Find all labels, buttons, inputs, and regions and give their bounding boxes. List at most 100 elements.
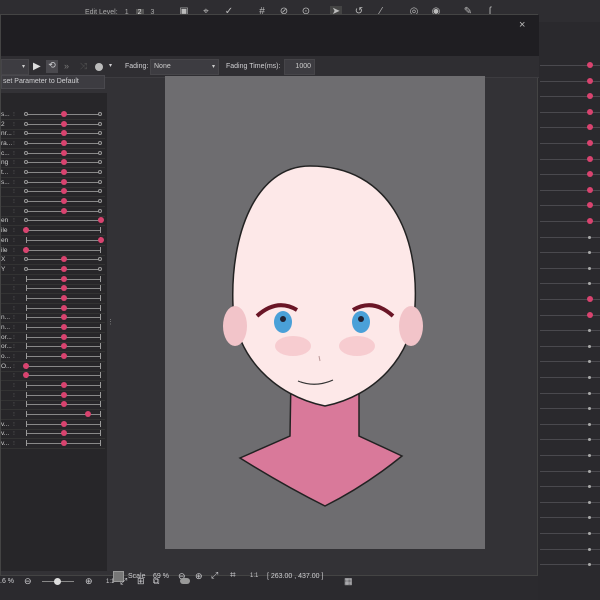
parameter-menu-icon[interactable]: ⁝ <box>13 247 15 254</box>
slider-max-key[interactable] <box>98 266 102 271</box>
transform-icon[interactable]: ⧉ <box>153 576 159 587</box>
keyframe-marker[interactable] <box>588 469 591 473</box>
parameter-slider-handle[interactable] <box>60 333 67 340</box>
parameter-slider-handle[interactable] <box>60 420 67 427</box>
parameter-slider-handle[interactable] <box>60 382 67 389</box>
parameter-slider-handle[interactable] <box>60 343 67 350</box>
parameter-menu-icon[interactable]: ⁝ <box>13 188 15 195</box>
fading-select[interactable]: None ▾ <box>150 59 219 75</box>
parameter-slider-handle[interactable] <box>60 294 67 301</box>
parameter-slider-handle[interactable] <box>60 391 67 398</box>
parameter-menu-icon[interactable]: ⁝ <box>13 140 15 147</box>
parameter-slider[interactable] <box>26 375 101 377</box>
keyframe-marker[interactable] <box>588 532 591 535</box>
slider-min-key[interactable] <box>24 189 28 194</box>
slider-max-key[interactable] <box>98 112 102 116</box>
slider-max-key[interactable] <box>98 189 102 194</box>
slider-max-key[interactable] <box>98 257 102 262</box>
parameter-menu-icon[interactable]: ⁝ <box>13 111 15 118</box>
parameter-menu-icon[interactable]: ⁝ <box>13 179 15 186</box>
keyframe-marker[interactable] <box>588 376 591 379</box>
keyframe-marker[interactable] <box>587 186 593 193</box>
toggle-icon[interactable] <box>180 578 190 584</box>
parameter-menu-icon[interactable]: ⁝ <box>13 324 15 331</box>
parameter-slider-handle[interactable] <box>60 169 67 176</box>
parameter-slider-handle[interactable] <box>60 120 67 127</box>
keyframe-marker[interactable] <box>588 391 591 395</box>
fit-icon[interactable]: ⤢ <box>120 576 127 587</box>
slider-min-key[interactable] <box>24 160 28 165</box>
parameter-slider-handle[interactable] <box>60 323 67 330</box>
parameter-slider-handle[interactable] <box>60 207 67 214</box>
slider-min-key[interactable] <box>24 141 28 146</box>
keyframe-marker[interactable] <box>588 422 591 426</box>
slider-min-key[interactable] <box>24 257 28 262</box>
parameter-slider-handle[interactable] <box>60 198 67 205</box>
fading-time-input[interactable]: 1000 <box>284 59 315 75</box>
slider-max-key[interactable] <box>98 131 102 136</box>
parameter-menu-icon[interactable]: ⁝ <box>13 266 15 273</box>
parameter-slider-handle[interactable] <box>60 265 67 272</box>
parameter-slider-handle[interactable] <box>60 256 67 263</box>
parameter-menu-icon[interactable]: ⁝ <box>13 227 15 234</box>
parameter-menu-icon[interactable]: ⁝ <box>13 305 15 312</box>
slider-min-key[interactable] <box>24 208 28 213</box>
parameter-menu-icon[interactable]: ⁝ <box>13 372 15 379</box>
keyframe-marker[interactable] <box>588 500 591 504</box>
parameter-menu-icon[interactable]: ⁝ <box>13 343 15 350</box>
record-icon[interactable] <box>95 63 103 71</box>
slider-min-key[interactable] <box>24 266 28 271</box>
slider-min-key[interactable] <box>24 131 28 136</box>
parameter-menu-icon[interactable]: ⁝ <box>13 256 15 263</box>
zoom-in-icon[interactable]: ⊕ <box>85 576 93 587</box>
slider-min-key[interactable] <box>24 218 28 223</box>
parameter-slider-handle[interactable] <box>98 236 104 243</box>
parameter-slider-handle[interactable] <box>60 401 67 408</box>
parameter-slider-handle[interactable] <box>60 188 67 195</box>
parameter-slider-handle[interactable] <box>60 140 67 147</box>
slider-min-key[interactable] <box>24 199 28 204</box>
fast-forward-icon[interactable]: » <box>64 61 69 71</box>
parameter-menu-icon[interactable]: ⁝ <box>13 392 15 399</box>
parameter-slider-handle[interactable] <box>60 178 67 185</box>
keyframe-marker[interactable] <box>588 547 591 551</box>
slider-min-key[interactable] <box>24 150 28 155</box>
reset-parameters-button[interactable]: set Parameter to Default <box>1 75 105 89</box>
keyframe-marker[interactable] <box>588 235 591 239</box>
slider-min-key[interactable] <box>24 179 28 184</box>
zoom-slider-handle[interactable] <box>54 578 61 585</box>
shuffle-icon[interactable]: ⤨ <box>80 61 87 72</box>
parameter-menu-icon[interactable]: ⁝ <box>13 285 15 292</box>
parameter-slider-handle[interactable] <box>60 149 67 156</box>
parameter-slider[interactable] <box>26 239 101 241</box>
keyframe-marker[interactable] <box>587 296 593 302</box>
slider-max-key[interactable] <box>98 150 102 155</box>
parameter-menu-icon[interactable]: ⁝ <box>13 363 15 370</box>
parameter-slider-handle[interactable] <box>23 372 29 379</box>
parameter-menu-icon[interactable]: ⁝ <box>13 440 15 447</box>
slider-min-key[interactable] <box>24 121 28 126</box>
keyframe-marker[interactable] <box>588 454 591 457</box>
keyframe-marker[interactable] <box>588 344 591 348</box>
parameter-slider-handle[interactable] <box>23 246 29 253</box>
parameter-menu-icon[interactable]: ⁝ <box>13 382 15 389</box>
slider-max-key[interactable] <box>98 199 102 204</box>
parameter-menu-icon[interactable]: ⁝ <box>13 121 15 128</box>
parameter-menu-icon[interactable]: ⁝ <box>13 334 15 341</box>
slider-max-key[interactable] <box>98 170 102 175</box>
keyframe-marker[interactable] <box>587 77 593 84</box>
keyframe-marker[interactable] <box>588 266 591 270</box>
parameter-slider-handle[interactable] <box>60 430 67 437</box>
parameter-menu-icon[interactable]: ⁝ <box>13 295 15 302</box>
keyframe-marker[interactable] <box>587 140 593 146</box>
parameter-menu-icon[interactable]: ⁝ <box>13 159 15 166</box>
parameter-menu-icon[interactable]: ⁝ <box>13 401 15 408</box>
parameter-slider[interactable] <box>26 230 101 232</box>
keyframe-marker[interactable] <box>587 218 593 224</box>
parameter-slider-handle[interactable] <box>60 285 67 292</box>
keyframe-marker[interactable] <box>587 62 593 68</box>
keyframe-marker[interactable] <box>587 311 593 318</box>
parameter-menu-icon[interactable]: ⁝ <box>13 169 15 176</box>
parameter-menu-icon[interactable]: ⁝ <box>13 237 15 244</box>
parameter-slider-handle[interactable] <box>23 362 29 369</box>
